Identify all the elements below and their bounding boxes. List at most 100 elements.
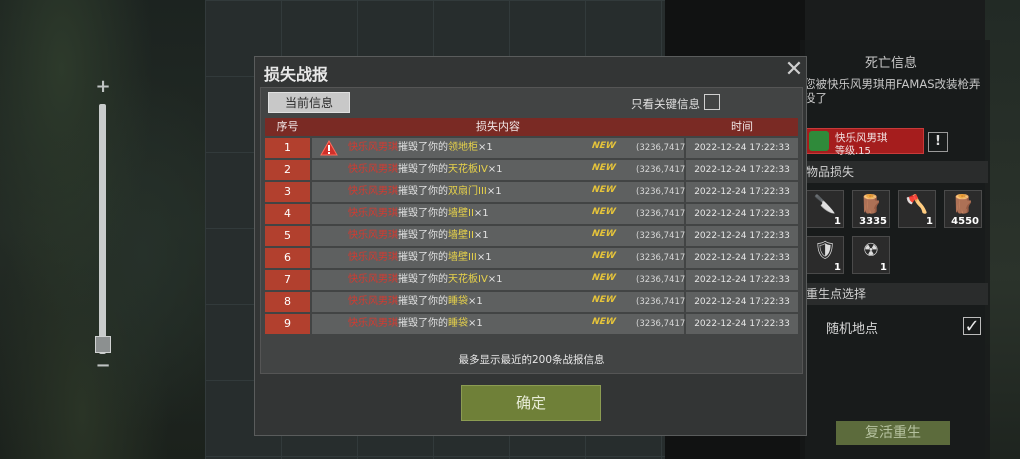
row-coords: (3236,7417)	[636, 297, 689, 307]
row-time: 2022-12-24 17:22:33	[686, 204, 798, 224]
report-limit-note: 最多显示最近的200条战报信息	[458, 354, 605, 366]
knife-icon: 🔪	[813, 194, 837, 215]
row-content: 快乐风男琪 摧毁了你的墙壁II×1 NEW (3236,7417)	[312, 204, 689, 224]
table-row[interactable]: 7 快乐风男琪 摧毁了你的天花板IV×1 NEW (3236,7417) 202…	[265, 270, 798, 290]
loss-description: 摧毁了你的墙壁II×1	[398, 208, 489, 219]
lost-item-slot[interactable]: 🪵 3335	[852, 190, 890, 228]
loss-description: 摧毁了你的天花板IV×1	[398, 164, 503, 175]
attacker-name: 快乐风男琪	[348, 164, 398, 175]
row-coords: (3236,7417)	[636, 253, 689, 263]
header-index: 序号	[276, 120, 299, 133]
death-message: 您被快乐风男琪用FAMAS改装枪弄没了	[804, 77, 981, 105]
attacker-name: 快乐风男琪	[348, 142, 398, 153]
row-index: 3	[265, 182, 310, 202]
lost-item-slot[interactable]: 🛡 1	[806, 236, 844, 274]
new-badge: NEW	[591, 185, 617, 195]
row-index: 8	[265, 292, 310, 312]
axe-icon: 🪓	[905, 194, 929, 215]
row-time: 2022-12-24 17:22:33	[686, 314, 798, 334]
gas-mask-icon: ☢	[862, 240, 880, 261]
row-index: 1	[265, 138, 310, 158]
row-content: 快乐风男琪 摧毁了你的墙壁III×1 NEW (3236,7417)	[312, 248, 689, 268]
loss-description: 摧毁了你的睡袋×1	[398, 296, 483, 307]
attacker-name: 快乐风男琪	[348, 296, 398, 307]
lost-item-slot[interactable]: 🪓 1	[898, 190, 936, 228]
row-coords: (3236,7417)	[636, 165, 689, 175]
new-badge: NEW	[591, 251, 617, 261]
row-coords: (3236,7417)	[636, 275, 689, 285]
new-badge: NEW	[591, 207, 617, 217]
lost-item-slot[interactable]: 🪵 4550	[944, 190, 982, 228]
respawn-section: 重生点选择	[800, 283, 988, 305]
report-button[interactable]: !	[928, 132, 948, 152]
attacker-name: 快乐风男琪	[348, 274, 398, 285]
close-icon[interactable]: ✕	[783, 59, 805, 81]
loss-description: 摧毁了你的墙壁III×1	[398, 252, 492, 263]
key-info-filter-checkbox[interactable]	[704, 94, 720, 110]
row-content: 快乐风男琪 摧毁了你的领地柜×1 NEW (3236,7417)	[312, 138, 689, 158]
table-row[interactable]: 1 快乐风男琪 摧毁了你的领地柜×1 NEW (3236,7417) 2022-…	[265, 138, 798, 158]
row-content: 快乐风男琪 摧毁了你的双扇门III×1 NEW (3236,7417)	[312, 182, 689, 202]
row-time: 2022-12-24 17:22:33	[686, 160, 798, 180]
attacker-name: 快乐风男琪	[348, 230, 398, 241]
random-location-checkbox[interactable]: ✓	[963, 317, 981, 336]
lost-item-slot[interactable]: ☢ 1	[852, 236, 890, 274]
row-index: 7	[265, 270, 310, 290]
header-content: 损失内容	[476, 120, 520, 133]
row-content: 快乐风男琪 摧毁了你的天花板IV×1 NEW (3236,7417)	[312, 270, 689, 290]
loss-description: 摧毁了你的天花板IV×1	[398, 274, 503, 285]
wood-logs-icon: 🪵	[859, 194, 883, 215]
dialog-title: 损失战报	[264, 65, 329, 84]
loss-description: 摧毁了你的墙壁II×1	[398, 230, 489, 241]
loss-report-dialog: 损失战报 ✕ 当前信息 只看关键信息 序号 损失内容 时间 1 快乐风男琪 摧毁…	[254, 56, 807, 436]
tab-current-info[interactable]: 当前信息	[268, 92, 350, 113]
new-badge: NEW	[591, 273, 617, 283]
report-body: 当前信息 只看关键信息 序号 损失内容 时间 1 快乐风男琪 摧毁了你的领地柜×…	[260, 87, 803, 374]
table-row[interactable]: 4 快乐风男琪 摧毁了你的墙壁II×1 NEW (3236,7417) 2022…	[265, 204, 798, 224]
header-time: 时间	[731, 120, 753, 133]
table-row[interactable]: 3 快乐风男琪 摧毁了你的双扇门III×1 NEW (3236,7417) 20…	[265, 182, 798, 202]
revive-button[interactable]: 复活重生	[836, 421, 950, 445]
killer-card[interactable]: 快乐风男琪 等级.15	[806, 128, 924, 157]
table-row[interactable]: 2 快乐风男琪 摧毁了你的天花板IV×1 NEW (3236,7417) 202…	[265, 160, 798, 180]
new-badge: NEW	[591, 317, 617, 327]
row-coords: (3236,7417)	[636, 209, 689, 219]
row-content: 快乐风男琪 摧毁了你的睡袋×1 NEW (3236,7417)	[312, 314, 689, 334]
attacker-name: 快乐风男琪	[348, 252, 398, 263]
row-time: 2022-12-24 17:22:33	[686, 226, 798, 246]
row-coords: (3236,7417)	[636, 143, 689, 153]
warning-icon	[320, 140, 338, 156]
table-row[interactable]: 5 快乐风男琪 摧毁了你的墙壁II×1 NEW (3236,7417) 2022…	[265, 226, 798, 246]
random-location-label: 随机地点	[826, 322, 879, 337]
row-time: 2022-12-24 17:22:33	[686, 182, 798, 202]
killer-avatar	[809, 131, 829, 151]
items-lost-section: 物品损失	[800, 161, 988, 183]
zoom-slider-track[interactable]	[99, 104, 106, 354]
attacker-name: 快乐风男琪	[348, 208, 398, 219]
row-time: 2022-12-24 17:22:33	[686, 270, 798, 290]
new-badge: NEW	[591, 141, 617, 151]
confirm-button[interactable]: 确定	[461, 385, 601, 421]
row-index: 4	[265, 204, 310, 224]
armor-icon: 🛡	[813, 240, 837, 261]
table-row[interactable]: 6 快乐风男琪 摧毁了你的墙壁III×1 NEW (3236,7417) 202…	[265, 248, 798, 268]
zoom-out-button[interactable]: −	[94, 357, 112, 375]
row-index: 5	[265, 226, 310, 246]
wood-logs-icon: 🪵	[951, 194, 975, 215]
table-row[interactable]: 8 快乐风男琪 摧毁了你的睡袋×1 NEW (3236,7417) 2022-1…	[265, 292, 798, 312]
killer-level: 等级.15	[835, 146, 871, 157]
loss-description: 摧毁了你的双扇门III×1	[398, 186, 502, 197]
key-info-filter-label: 只看关键信息	[631, 97, 700, 111]
new-badge: NEW	[591, 295, 617, 305]
row-coords: (3236,7417)	[636, 319, 689, 329]
lost-item-slot[interactable]: 🔪 1	[806, 190, 844, 228]
forest-background-right	[985, 0, 1020, 459]
zoom-in-button[interactable]: +	[94, 78, 112, 96]
death-info-title: 死亡信息	[864, 56, 917, 71]
zoom-slider-thumb[interactable]	[95, 336, 111, 353]
table-row[interactable]: 9 快乐风男琪 摧毁了你的睡袋×1 NEW (3236,7417) 2022-1…	[265, 314, 798, 334]
table-header: 序号 损失内容 时间	[265, 118, 798, 136]
loss-description: 摧毁了你的睡袋×1	[398, 318, 483, 329]
new-badge: NEW	[591, 163, 617, 173]
row-index: 9	[265, 314, 310, 334]
